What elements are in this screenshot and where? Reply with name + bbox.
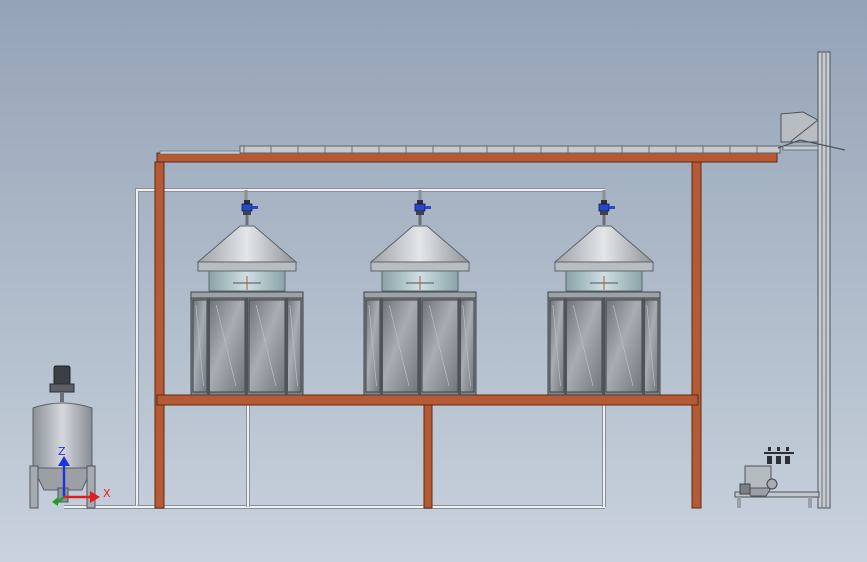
axis-z-label: Z: [58, 445, 66, 458]
top-conveyor: [159, 145, 781, 155]
cad-viewport[interactable]: Z X: [0, 0, 867, 562]
axis-x-label: X: [103, 487, 111, 500]
